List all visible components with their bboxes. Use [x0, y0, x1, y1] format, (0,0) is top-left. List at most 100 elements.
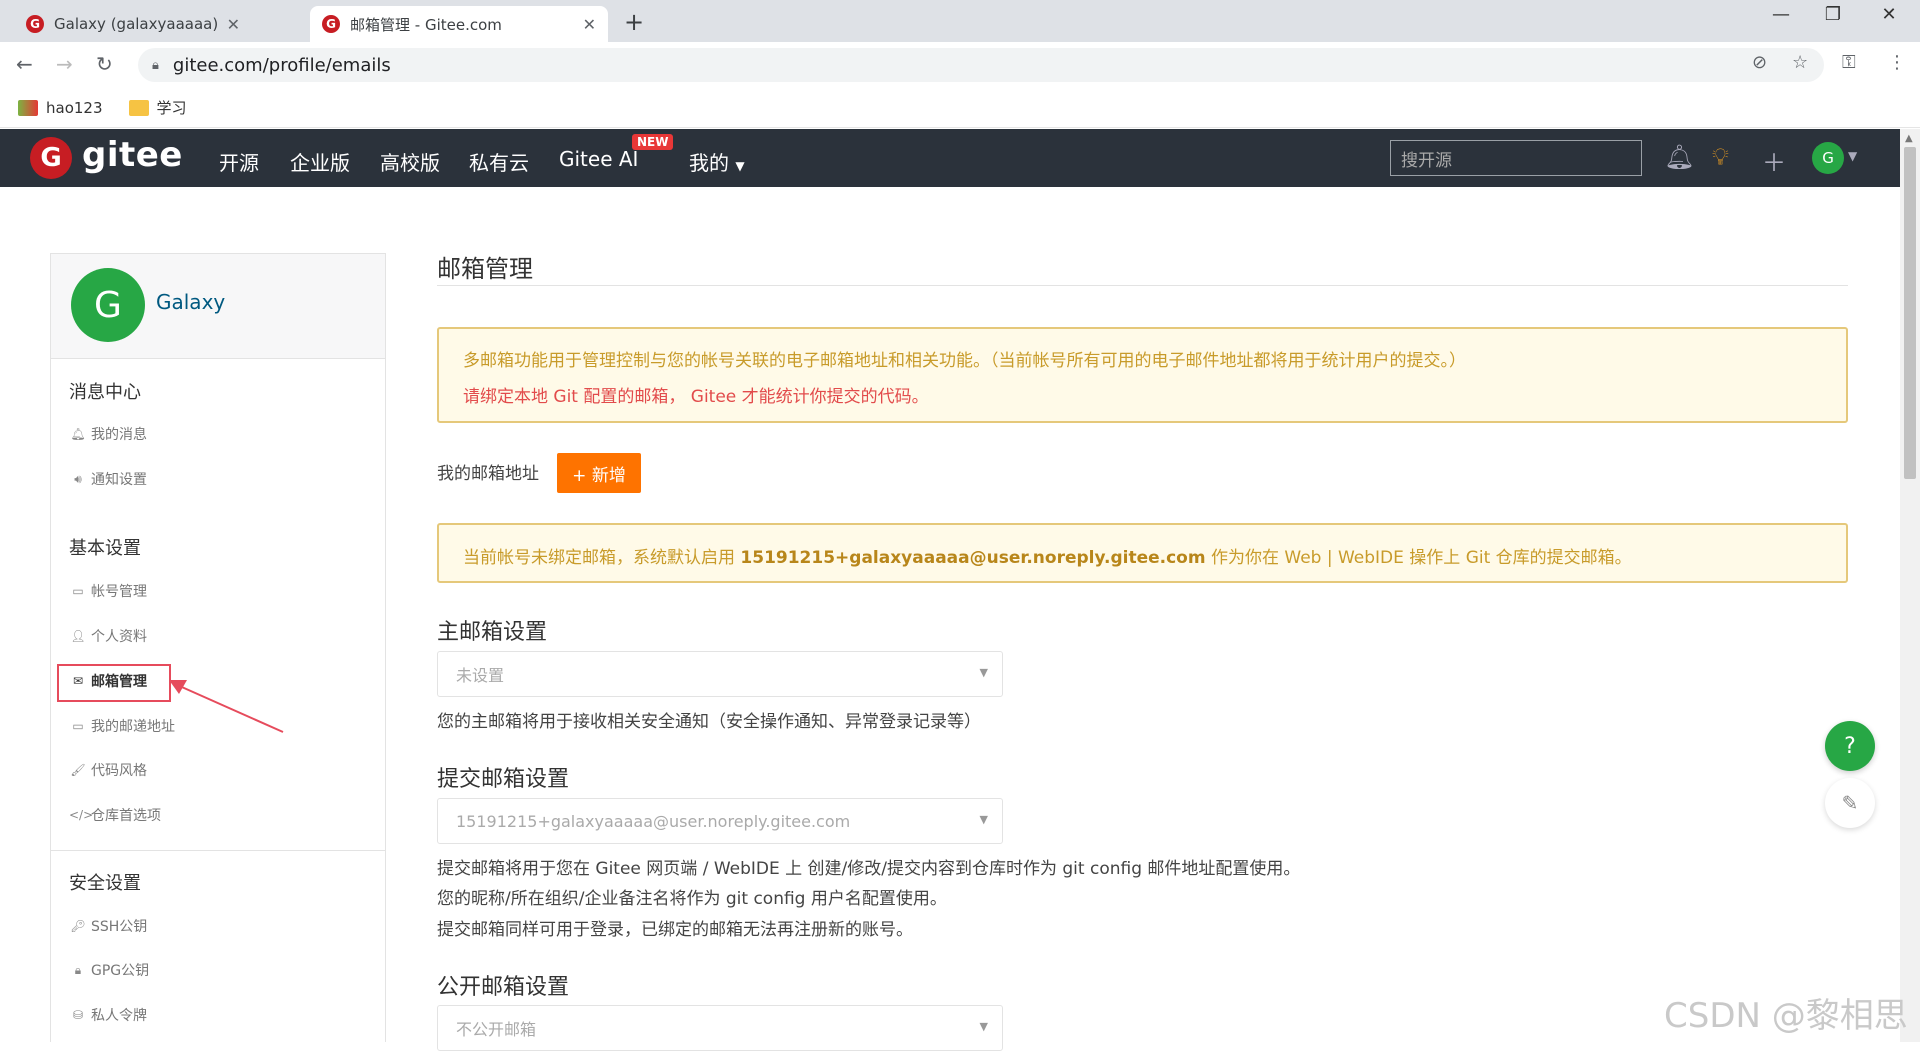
add-email-button[interactable]: + 新增: [557, 453, 641, 493]
nav-enterprise[interactable]: 企业版: [290, 147, 350, 176]
commit-email-select[interactable]: 15191215+galaxyaaaaa@user.noreply.gitee.…: [437, 798, 1003, 844]
reload-icon[interactable]: ↻: [96, 52, 113, 76]
hao123-icon: [18, 99, 38, 116]
sidebar-item-address[interactable]: ▭ 我的邮递地址: [69, 716, 175, 736]
primary-email-title: 主邮箱设置: [437, 620, 548, 645]
scroll-up-icon[interactable]: ▲: [1905, 133, 1913, 144]
address-bar-row: ← → ↻ 🔒︎ gitee.com/profile/emails ⊘ ☆ ⚿ …: [0, 42, 1920, 88]
browser-tab[interactable]: G Galaxy (galaxyaaaaa) - Gitee.co ✕: [14, 6, 252, 42]
sidebar-item-label: 通知设置: [91, 472, 147, 488]
select-value: 未设置: [456, 666, 505, 685]
help-button[interactable]: ?: [1825, 721, 1875, 771]
speaker-icon: 🔊︎: [74, 471, 82, 486]
address-card-icon: ▭: [72, 719, 84, 733]
user-icon: 👤︎: [70, 629, 86, 643]
select-value: 不公开邮箱: [456, 1020, 537, 1039]
restore-icon[interactable]: ❐: [1810, 4, 1856, 25]
sidebar-item-code-style[interactable]: 🖌︎ 代码风格: [69, 760, 147, 780]
gitee-favicon-icon: G: [26, 15, 44, 33]
caret-down-icon: ▼: [979, 813, 988, 826]
id-card-icon: ▭: [72, 584, 84, 598]
bookmarks-bar: hao123 学习: [0, 88, 1920, 128]
close-icon[interactable]: ✕: [583, 15, 596, 34]
gitee-favicon-icon: G: [322, 15, 340, 33]
notice-text: 当前帐号未绑定邮箱，系统默认启用 15191215+galaxyaaaaa@us…: [463, 543, 1632, 568]
notice-text: 多邮箱功能用于管理控制与您的帐号关联的电子邮箱地址和相关功能。（当前帐号所有可用…: [463, 351, 1466, 371]
code-icon: </>: [69, 808, 94, 822]
token-icon: ⛁: [72, 1008, 84, 1022]
minimize-icon[interactable]: —: [1758, 4, 1804, 25]
sidebar-item-label: 仓库首选项: [91, 808, 161, 824]
sidebar-item-label: 我的邮递地址: [91, 719, 175, 735]
sidebar-item-tokens[interactable]: ⛁ 私人令牌: [69, 1005, 147, 1025]
caret-down-icon: ▼: [979, 666, 988, 679]
group-title-security: 安全设置: [69, 873, 141, 894]
browser-tab-active[interactable]: G 邮箱管理 - Gitee.com ✕: [310, 6, 608, 42]
sidebar-item-gpg-keys[interactable]: 🔒︎ GPG公钥: [69, 960, 149, 980]
sidebar-item-profile[interactable]: 👤︎ 个人资料: [69, 626, 147, 646]
window-close-icon[interactable]: ✕: [1866, 4, 1912, 25]
feedback-edit-icon[interactable]: ✎: [1825, 778, 1875, 828]
username[interactable]: Galaxy: [156, 290, 225, 314]
sidebar-item-label: SSH公钥: [91, 919, 148, 935]
select-value: 15191215+galaxyaaaaa@user.noreply.gitee.…: [456, 811, 851, 831]
bookmark-hao123[interactable]: hao123: [18, 99, 103, 117]
new-tab-icon[interactable]: +: [624, 8, 644, 36]
page-scrollbar[interactable]: ▲: [1900, 129, 1920, 1042]
sidebar-item-ssh-keys[interactable]: 🔑︎ SSH公钥: [69, 916, 147, 936]
settings-sidebar: G Galaxy 消息中心 🔔︎ 我的消息 🔊︎ 通知设置 基本设置 ▭ 帐号管理 👤…: [50, 253, 386, 1042]
caret-down-icon: ▼: [979, 1020, 988, 1033]
notice-suffix: 作为你在 Web | WebIDE 操作上 Git 仓库的提交邮箱。: [1205, 548, 1632, 568]
menu-icon[interactable]: ⋮: [1888, 52, 1906, 73]
key-icon[interactable]: ⚿: [1842, 52, 1856, 73]
annotation-arrow-icon: [169, 680, 284, 733]
star-icon[interactable]: ☆: [1792, 52, 1808, 73]
notice-warning-text: 请绑定本地 Git 配置的邮箱， Gitee 才能统计你提交的代码。: [463, 387, 929, 407]
sidebar-item-my-messages[interactable]: 🔔︎ 我的消息: [69, 424, 147, 444]
tab-title: 邮箱管理 - Gitee.com: [350, 15, 502, 34]
primary-email-hint: 您的主邮箱将用于接收相关安全通知（安全操作通知、异常登录记录等）: [437, 712, 981, 732]
profile-card: G Galaxy: [51, 254, 385, 359]
close-icon[interactable]: ✕: [227, 15, 240, 34]
divider: [437, 285, 1848, 286]
public-email-select[interactable]: 不公开邮箱 ▼: [437, 1005, 1003, 1051]
notice-prefix: 当前帐号未绑定邮箱，系统默认启用: [463, 548, 741, 568]
watermark: CSDN @黎相思: [1664, 996, 1908, 1036]
nav-education[interactable]: 高校版: [380, 147, 440, 176]
info-notice: 多邮箱功能用于管理控制与您的帐号关联的电子邮箱地址和相关功能。（当前帐号所有可用…: [437, 327, 1848, 423]
main-content: 邮箱管理 多邮箱功能用于管理控制与您的帐号关联的电子邮箱地址和相关功能。（当前帐…: [437, 129, 1850, 1051]
page-title: 邮箱管理: [437, 255, 533, 283]
key-icon: 🔑︎: [70, 919, 86, 933]
sidebar-item-repo-preferences[interactable]: </> 仓库首选项: [69, 805, 161, 825]
scrollbar-thumb[interactable]: [1904, 147, 1916, 479]
back-icon[interactable]: ←: [16, 52, 33, 76]
noreply-email: 15191215+galaxyaaaaa@user.noreply.gitee.…: [740, 548, 1206, 568]
eye-off-icon[interactable]: ⊘: [1752, 52, 1767, 73]
bookmark-folder[interactable]: 学习: [128, 97, 187, 118]
sidebar-item-notification-settings[interactable]: 🔊︎ 通知设置: [69, 469, 147, 489]
group-title-messages: 消息中心: [69, 382, 141, 403]
commit-email-hint: 提交邮箱将用于您在 Gitee 网页端 / WebIDE 上 创建/修改/提交内…: [437, 859, 1301, 879]
sidebar-item-label: 帐号管理: [91, 584, 147, 600]
url-field[interactable]: 🔒︎ gitee.com/profile/emails: [138, 48, 1824, 82]
logo-text[interactable]: gitee: [82, 135, 183, 175]
sidebar-item-account[interactable]: ▭ 帐号管理: [69, 581, 147, 601]
sidebar-item-label: GPG公钥: [91, 963, 150, 979]
tab-title: Galaxy (galaxyaaaaa) - Gitee.co: [54, 15, 219, 33]
browser-tab-bar: G Galaxy (galaxyaaaaa) - Gitee.co ✕ G 邮箱…: [0, 0, 1920, 42]
lock-icon: 🔒︎: [74, 962, 82, 977]
nav-opensource[interactable]: 开源: [219, 147, 259, 176]
folder-icon: [128, 99, 149, 116]
commit-email-hint: 您的昵称/所在组织/企业备注名将作为 git config 用户名配置使用。: [437, 889, 947, 909]
sidebar-item-label: 我的消息: [91, 427, 147, 443]
url-text: gitee.com/profile/emails: [172, 54, 391, 76]
commit-email-title: 提交邮箱设置: [437, 767, 570, 792]
bookmark-label: 学习: [156, 99, 187, 117]
commit-email-hint: 提交邮箱同样可用于登录，已绑定的邮箱无法再注册新的账号。: [437, 920, 913, 940]
forward-icon[interactable]: →: [56, 52, 73, 76]
lock-icon: 🔒︎: [152, 57, 159, 73]
brush-icon: 🖌︎: [70, 763, 86, 777]
primary-email-select[interactable]: 未设置 ▼: [437, 651, 1003, 697]
gitee-logo-icon[interactable]: G: [30, 137, 72, 179]
avatar[interactable]: G: [71, 268, 145, 342]
